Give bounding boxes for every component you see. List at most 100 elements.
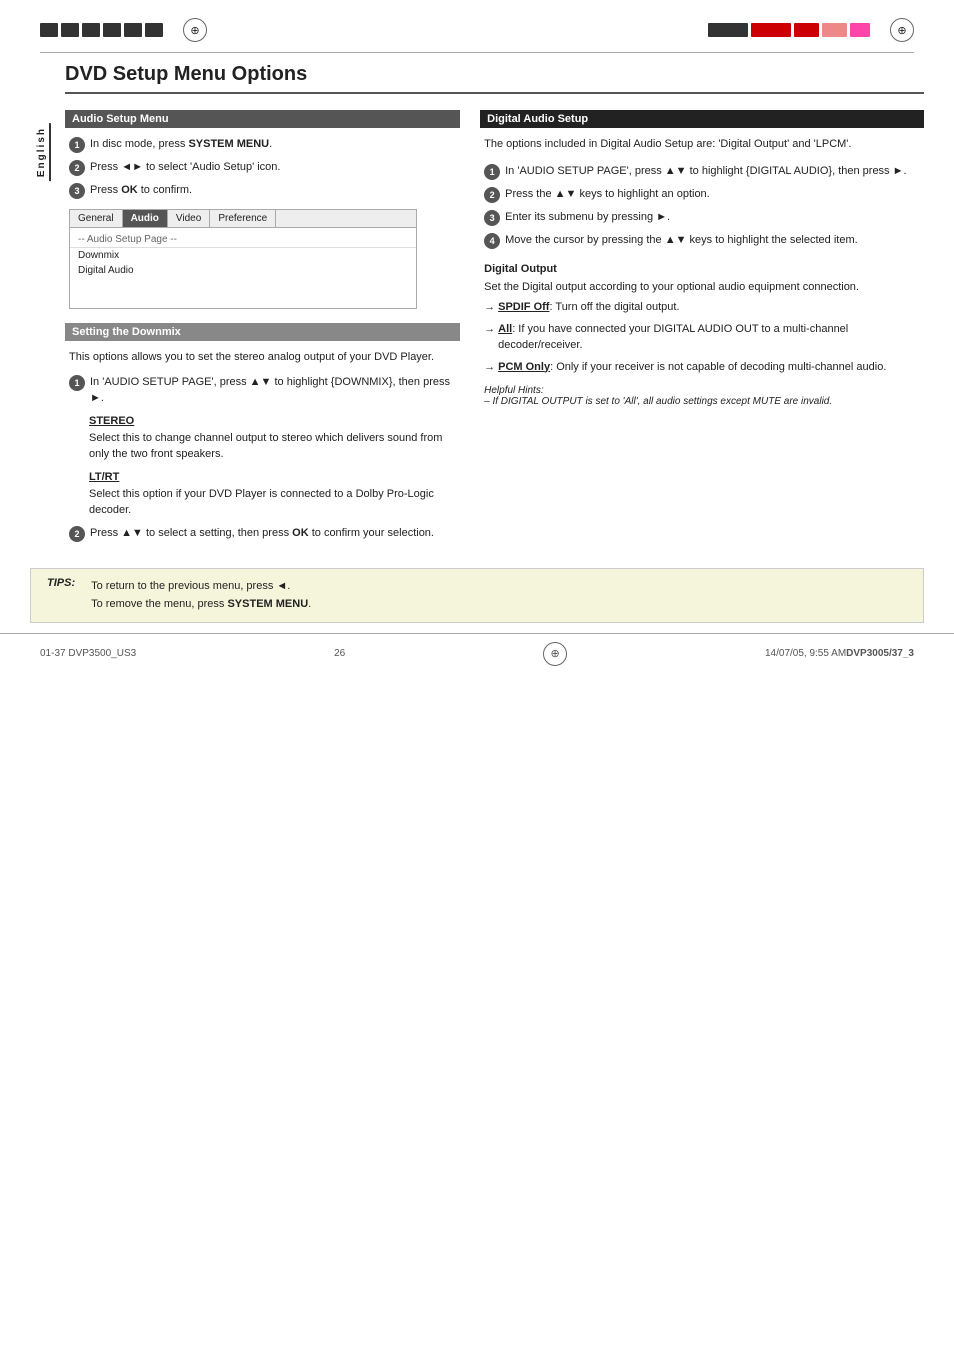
bar-seg-r1 bbox=[708, 23, 748, 37]
menu-item-digital-audio: Digital Audio bbox=[70, 263, 416, 278]
downmix-step-1: 1 In 'AUDIO SETUP PAGE', press ▲▼ to hig… bbox=[69, 374, 456, 407]
helpful-hints-label: Helpful Hints: bbox=[484, 385, 920, 396]
step-text-2: Press ◄► to select 'Audio Setup' icon. bbox=[90, 159, 280, 176]
menu-tab-audio: Audio bbox=[123, 210, 168, 227]
bar-seg-r3 bbox=[794, 23, 819, 37]
digital-audio-body: The options included in Digital Audio Se… bbox=[480, 136, 924, 407]
ltrt-subsection: LT/RT Select this option if your DVD Pla… bbox=[89, 471, 456, 519]
step-num-1: 1 bbox=[69, 137, 85, 153]
bar-seg-3 bbox=[82, 23, 100, 37]
top-bar: ⊕ ⊕ bbox=[0, 0, 954, 52]
bar-seg-5 bbox=[124, 23, 142, 37]
downmix-step-num-2: 2 bbox=[69, 526, 85, 542]
sidebar-language-label: English bbox=[34, 123, 51, 181]
menu-table: General Audio Video Preference -- Audio … bbox=[69, 209, 417, 309]
tips-content: To return to the previous menu, press ◄.… bbox=[91, 577, 311, 614]
audio-step-2: 2 Press ◄► to select 'Audio Setup' icon. bbox=[69, 159, 456, 176]
digital-output-section: Digital Output Set the Digital output ac… bbox=[484, 263, 920, 408]
page-wrapper: ⊕ ⊕ English DVD Setup Menu Options bbox=[0, 0, 954, 1351]
file-ref-right: DVP3005/37_3 bbox=[846, 648, 914, 659]
pcm-label: PCM Only bbox=[498, 361, 550, 373]
digital-step-num-2: 2 bbox=[484, 187, 500, 203]
step-text-3: Press OK to confirm. bbox=[90, 182, 192, 199]
all-label: All bbox=[498, 323, 512, 335]
step-num-3: 3 bbox=[69, 183, 85, 199]
downmix-section: Setting the Downmix This options allows … bbox=[65, 323, 460, 542]
arrow-keys-bold: ◄► bbox=[121, 161, 143, 173]
pcm-text: PCM Only: Only if your receiver is not c… bbox=[498, 359, 886, 376]
menu-table-body: -- Audio Setup Page -- Downmix Digital A… bbox=[70, 228, 416, 308]
spdif-label: SPDIF Off bbox=[498, 301, 549, 313]
stereo-subsection: STEREO Select this to change channel out… bbox=[89, 415, 456, 463]
digital-step-4: 4 Move the cursor by pressing the ▲▼ key… bbox=[484, 232, 920, 249]
helpful-hints-text: – If DIGITAL OUTPUT is set to 'All', all… bbox=[484, 396, 920, 407]
audio-setup-header: Audio Setup Menu bbox=[65, 110, 460, 128]
system-menu-bold-tips: SYSTEM MENU bbox=[227, 598, 308, 610]
ok-bold-1: OK bbox=[121, 184, 138, 196]
pcm-item: → PCM Only: Only if your receiver is not… bbox=[484, 359, 920, 376]
downmix-step-2: 2 Press ▲▼ to select a setting, then pre… bbox=[69, 525, 456, 542]
tips-label: TIPS: bbox=[47, 577, 75, 614]
main-content: English DVD Setup Menu Options Audio Set… bbox=[0, 63, 954, 548]
spdif-item: → SPDIF Off: Turn off the digital output… bbox=[484, 299, 920, 316]
bar-seg-4 bbox=[103, 23, 121, 37]
audio-step-1: 1 In disc mode, press SYSTEM MENU. bbox=[69, 136, 456, 153]
ltrt-text: Select this option if your DVD Player is… bbox=[89, 486, 456, 519]
tips-line-1: To return to the previous menu, press ◄. bbox=[91, 577, 311, 596]
sidebar: English bbox=[30, 63, 55, 548]
menu-tab-general: General bbox=[70, 210, 123, 227]
bar-seg-r5 bbox=[850, 23, 870, 37]
bar-seg-r4 bbox=[822, 23, 847, 37]
arrow-icon-1: → bbox=[484, 299, 495, 316]
ltrt-label: LT/RT bbox=[89, 471, 456, 483]
menu-row-label: -- Audio Setup Page -- bbox=[70, 232, 416, 248]
digital-step-3: 3 Enter its submenu by pressing ►. bbox=[484, 209, 920, 226]
digital-audio-intro: The options included in Digital Audio Se… bbox=[484, 136, 920, 153]
digital-output-label: Digital Output bbox=[484, 263, 557, 275]
digital-step-num-1: 1 bbox=[484, 164, 500, 180]
digital-output-intro: Set the Digital output according to your… bbox=[484, 279, 920, 296]
digital-step-num-3: 3 bbox=[484, 210, 500, 226]
right-bar-group bbox=[708, 23, 870, 37]
stereo-label: STEREO bbox=[89, 415, 456, 427]
bottom-info: 01-37 DVP3500_US3 26 ⊕ 14/07/05, 9:55 AM… bbox=[0, 633, 954, 674]
file-ref-left: 01-37 DVP3500_US3 bbox=[40, 648, 136, 659]
page-number-center: 26 bbox=[334, 648, 345, 659]
downmix-step-num-1: 1 bbox=[69, 375, 85, 391]
digital-step-2: 2 Press the ▲▼ keys to highlight an opti… bbox=[484, 186, 920, 203]
menu-item-downmix: Downmix bbox=[70, 248, 416, 263]
bar-seg-6 bbox=[145, 23, 163, 37]
system-menu-bold-1: SYSTEM MENU bbox=[188, 138, 269, 150]
two-col-layout: Audio Setup Menu 1 In disc mode, press S… bbox=[65, 110, 924, 548]
bar-seg-2 bbox=[61, 23, 79, 37]
ok-bold-2: OK bbox=[292, 527, 309, 539]
compass-icon-right: ⊕ bbox=[890, 18, 914, 42]
stereo-text: Select this to change channel output to … bbox=[89, 430, 456, 463]
digital-step-text-2: Press the ▲▼ keys to highlight an option… bbox=[505, 186, 710, 203]
downmix-body: This options allows you to set the stere… bbox=[65, 349, 460, 542]
compass-icon-left: ⊕ bbox=[183, 18, 207, 42]
all-text: All: If you have connected your DIGITAL … bbox=[498, 321, 920, 354]
digital-step-num-4: 4 bbox=[484, 233, 500, 249]
arrow-icon-2: → bbox=[484, 321, 495, 338]
all-item: → All: If you have connected your DIGITA… bbox=[484, 321, 920, 354]
content-body: DVD Setup Menu Options Audio Setup Menu … bbox=[55, 63, 924, 548]
digital-step-text-4: Move the cursor by pressing the ▲▼ keys … bbox=[505, 232, 858, 249]
step-text-1: In disc mode, press SYSTEM MENU. bbox=[90, 136, 272, 153]
tips-bar: TIPS: To return to the previous menu, pr… bbox=[30, 568, 924, 623]
downmix-header: Setting the Downmix bbox=[65, 323, 460, 341]
menu-table-header: General Audio Video Preference bbox=[70, 210, 416, 228]
menu-tab-video: Video bbox=[168, 210, 210, 227]
downmix-intro: This options allows you to set the stere… bbox=[69, 349, 456, 366]
bar-seg-r2 bbox=[751, 23, 791, 37]
bar-seg-1 bbox=[40, 23, 58, 37]
compass-icon-bottom: ⊕ bbox=[543, 642, 567, 666]
left-column: Audio Setup Menu 1 In disc mode, press S… bbox=[65, 110, 460, 548]
file-date-right: 14/07/05, 9:55 AMDVP3005/37_3 bbox=[765, 648, 914, 659]
tips-line-2: To remove the menu, press SYSTEM MENU. bbox=[91, 595, 311, 614]
step-num-2: 2 bbox=[69, 160, 85, 176]
downmix-step-text-2: Press ▲▼ to select a setting, then press… bbox=[90, 525, 434, 542]
menu-tab-preference: Preference bbox=[210, 210, 276, 227]
helpful-hints: Helpful Hints: – If DIGITAL OUTPUT is se… bbox=[484, 385, 920, 407]
top-divider bbox=[40, 52, 914, 53]
